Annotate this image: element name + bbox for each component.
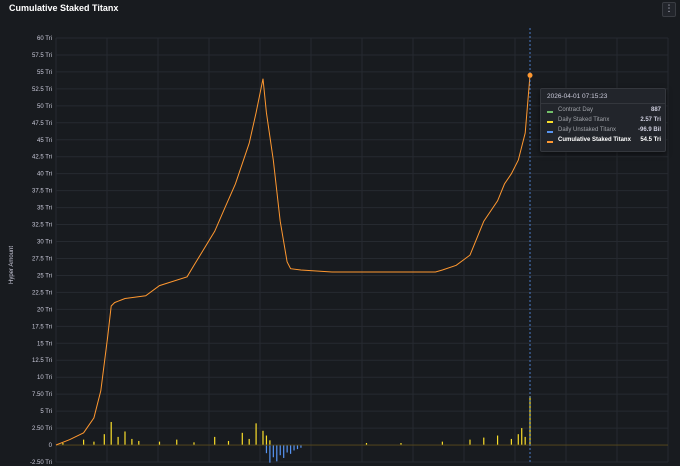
bar-daily-staked-titanx xyxy=(441,441,443,446)
tooltip-swatch xyxy=(547,121,553,123)
y-tick-label: 32.5 Tri xyxy=(32,223,52,229)
bar-daily-staked-titanx xyxy=(524,436,526,446)
y-tick-label: 60 Tri xyxy=(37,36,52,42)
bar-daily-staked-titanx xyxy=(262,430,264,446)
y-tick-label: 22.5 Tri xyxy=(32,290,52,296)
bar-daily-staked-titanx xyxy=(131,438,133,446)
bar-daily-staked-titanx xyxy=(517,434,519,446)
tooltip-row-value: 54.5 Tri xyxy=(640,137,661,143)
chart-panel: Cumulative Staked Titanx ⋮ Hyper Amount … xyxy=(0,0,680,466)
y-tick-label: -2.50 Tri xyxy=(30,460,52,466)
bar-daily-unstaked-titanx xyxy=(272,445,274,458)
y-tick-label: 52.5 Tri xyxy=(32,87,52,93)
tooltip-time: 2026-04-01 07:15:23 xyxy=(547,93,608,100)
bar-daily-staked-titanx xyxy=(255,423,257,446)
tooltip-row-daily-staked: Daily Staked Titanx 2.57 Tri xyxy=(547,117,661,126)
bar-daily-unstaked-titanx xyxy=(283,445,285,458)
tooltip-row-name: Cumulative Staked Titanx xyxy=(558,137,631,143)
tooltip-row-value: 2.57 Tri xyxy=(640,117,661,123)
bar-daily-unstaked-titanx xyxy=(296,445,299,450)
bar-daily-unstaked-titanx xyxy=(289,445,292,454)
tooltip-row-daily-unstaked: Daily Unstaked Titanx -96.9 Bil xyxy=(547,127,661,136)
bar-daily-unstaked-titanx xyxy=(269,445,271,463)
y-tick-label: 17.5 Tri xyxy=(32,324,52,330)
bar-daily-staked-titanx xyxy=(103,434,105,446)
tooltip-row-name: Daily Staked Titanx xyxy=(558,117,610,123)
y-tick-label: 12.5 Tri xyxy=(32,358,52,364)
y-tick-label: 47.5 Tri xyxy=(32,121,52,127)
tooltip-row-cumulative: Cumulative Staked Titanx 54.5 Tri xyxy=(547,137,661,146)
tooltip-swatch xyxy=(547,141,553,143)
y-tick-label: 10 Tri xyxy=(37,375,52,381)
y-tick-label: 25 Tri xyxy=(37,273,52,279)
bar-daily-staked-titanx xyxy=(265,435,268,446)
bar-daily-unstaked-titanx xyxy=(276,445,278,462)
tooltip-row-name: Contract Day xyxy=(558,107,594,113)
bar-daily-staked-titanx xyxy=(227,440,230,446)
bar-daily-staked-titanx xyxy=(193,442,195,446)
y-tick-label: 0 xyxy=(49,443,53,449)
tooltip-row-name: Daily Unstaked Titanx xyxy=(558,127,617,133)
tooltip-row-value: -96.9 Bil xyxy=(637,127,661,133)
tooltip-row-contract-day: Contract Day 887 xyxy=(547,107,661,116)
y-tick-label: 30 Tri xyxy=(37,240,52,246)
y-tick-label: 20 Tri xyxy=(37,307,52,313)
bar-daily-staked-titanx xyxy=(124,431,126,446)
y-tick-label: 45 Tri xyxy=(37,138,52,144)
bar-daily-staked-titanx xyxy=(117,436,119,446)
y-tick-label: 55 Tri xyxy=(37,70,52,76)
y-tick-label: 50 Tri xyxy=(37,104,52,110)
y-tick-label: 57.5 Tri xyxy=(32,53,52,59)
bar-daily-unstaked-titanx xyxy=(286,445,288,453)
y-tick-label: 27.5 Tri xyxy=(32,256,52,262)
bar-daily-staked-titanx xyxy=(483,437,485,446)
bar-daily-staked-titanx xyxy=(469,439,471,446)
y-tick-label: 5 Tri xyxy=(40,409,52,415)
tooltip-swatch xyxy=(547,131,553,133)
bar-daily-staked-titanx xyxy=(82,439,85,446)
y-tick-label: 37.5 Tri xyxy=(32,189,52,195)
y-tick-label: 7.50 Tri xyxy=(32,392,52,398)
bar-daily-staked-titanx xyxy=(269,440,271,446)
chart-tooltip: 2026-04-01 07:15:23 Contract Day 887 Dai… xyxy=(540,88,666,152)
bar-daily-unstaked-titanx xyxy=(300,445,302,448)
crosshair-point xyxy=(527,72,533,78)
chart-canvas[interactable]: -2.50 Tri 0 2.50 Tri 5 Tri 7.50 Tri 10 Tri 12.… xyxy=(0,0,680,466)
bar-daily-staked-titanx xyxy=(93,441,95,446)
y-tick-label: 2.50 Tri xyxy=(32,426,52,432)
bar-daily-staked-titanx xyxy=(158,441,161,446)
tooltip-row-value: 887 xyxy=(650,107,661,113)
tooltip-divider xyxy=(541,103,665,104)
bar-daily-staked-titanx xyxy=(496,435,499,446)
y-tick-label: 40 Tri xyxy=(37,172,52,178)
bar-daily-staked-titanx xyxy=(214,436,216,446)
bar-daily-unstaked-titanx xyxy=(279,445,281,456)
tooltip-swatch xyxy=(547,111,553,113)
y-tick-label: 42.5 Tri xyxy=(32,155,52,161)
series-line-cumulative-staked xyxy=(55,75,531,446)
bar-daily-staked-titanx xyxy=(248,438,250,446)
bar-daily-staked-titanx xyxy=(241,432,243,446)
y-tick-label: 35 Tri xyxy=(37,206,52,212)
y-tick-label: 15 Tri xyxy=(37,341,52,347)
bar-daily-staked-titanx xyxy=(138,440,140,446)
bar-daily-staked-titanx xyxy=(521,428,523,446)
bar-daily-unstaked-titanx xyxy=(265,445,268,454)
bar-daily-staked-titanx xyxy=(176,439,178,446)
bar-daily-staked-titanx xyxy=(110,421,112,446)
bar-daily-unstaked-titanx xyxy=(293,445,295,451)
bar-daily-staked-titanx xyxy=(510,438,512,446)
